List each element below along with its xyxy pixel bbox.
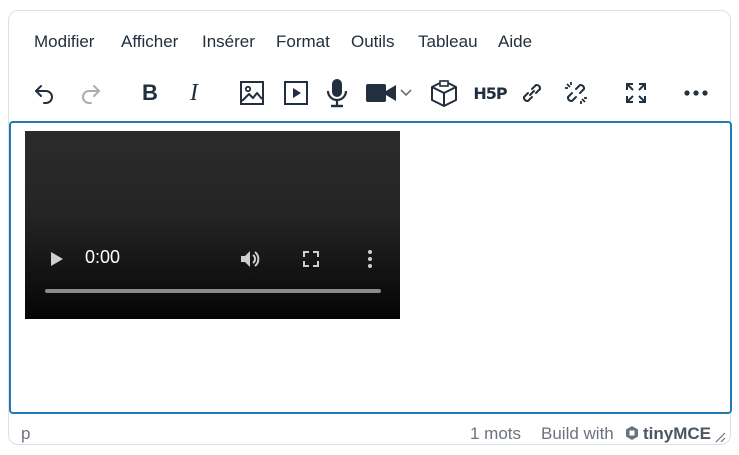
chevron-down-icon (400, 89, 412, 97)
fullscreen-icon (626, 83, 646, 103)
italic-icon: I (190, 79, 198, 106)
unlink-icon (565, 82, 587, 104)
video-camera-icon (366, 84, 396, 102)
undo-button[interactable] (28, 77, 60, 109)
package-icon (431, 80, 457, 107)
microphone-icon (326, 79, 348, 108)
menu-aide[interactable]: Aide (498, 32, 532, 52)
h5p-icon: H5P (473, 83, 507, 103)
undo-icon (35, 85, 53, 104)
video-current-time: 0:00 (85, 247, 121, 267)
volume-icon[interactable] (239, 249, 261, 269)
more-icon (684, 90, 708, 96)
toolbar: B I H5P (9, 69, 730, 121)
video-player[interactable]: 0:00 (25, 131, 400, 319)
branding-name[interactable]: tinyMCE (643, 424, 711, 444)
more-button[interactable] (680, 77, 712, 109)
content-bank-button[interactable] (428, 77, 460, 109)
element-path[interactable]: p (21, 424, 30, 444)
insert-media-button[interactable] (280, 77, 312, 109)
redo-icon (82, 85, 100, 104)
branding-prefix: Build with (541, 424, 614, 443)
link-icon (522, 83, 542, 103)
record-video-button[interactable] (365, 77, 417, 109)
bold-icon: B (142, 80, 158, 105)
editor-content-area[interactable]: 0:00 (9, 121, 732, 414)
media-icon (284, 81, 308, 105)
video-fullscreen-icon[interactable] (302, 250, 320, 268)
menu-outils[interactable]: Outils (351, 32, 394, 52)
video-progress-bar[interactable] (45, 289, 381, 293)
video-options-icon[interactable] (367, 249, 373, 269)
statusbar: p 1 mots Build with tinyMCE (9, 414, 730, 446)
insert-link-button[interactable] (516, 77, 548, 109)
remove-link-button[interactable] (560, 77, 592, 109)
bold-button[interactable]: B (134, 77, 166, 109)
menu-format[interactable]: Format (276, 32, 330, 52)
menu-tableau[interactable]: Tableau (418, 32, 478, 52)
menu-modifier[interactable]: Modifier (34, 32, 94, 52)
tinymce-logo-icon[interactable] (624, 425, 640, 441)
insert-image-button[interactable] (236, 77, 268, 109)
image-icon (240, 81, 264, 105)
redo-button[interactable] (75, 77, 107, 109)
menubar: Modifier Afficher Insérer Format Outils … (9, 11, 730, 69)
play-icon[interactable] (49, 250, 65, 268)
record-audio-button[interactable] (321, 77, 353, 109)
italic-button[interactable]: I (178, 77, 210, 109)
resize-handle-icon[interactable] (714, 431, 726, 443)
word-count[interactable]: 1 mots (470, 424, 521, 444)
rich-text-editor: Modifier Afficher Insérer Format Outils … (8, 10, 732, 446)
fullscreen-button[interactable] (620, 77, 652, 109)
menu-inserer[interactable]: Insérer (202, 32, 255, 52)
menu-afficher[interactable]: Afficher (121, 32, 178, 52)
h5p-button[interactable]: H5P (471, 77, 509, 109)
